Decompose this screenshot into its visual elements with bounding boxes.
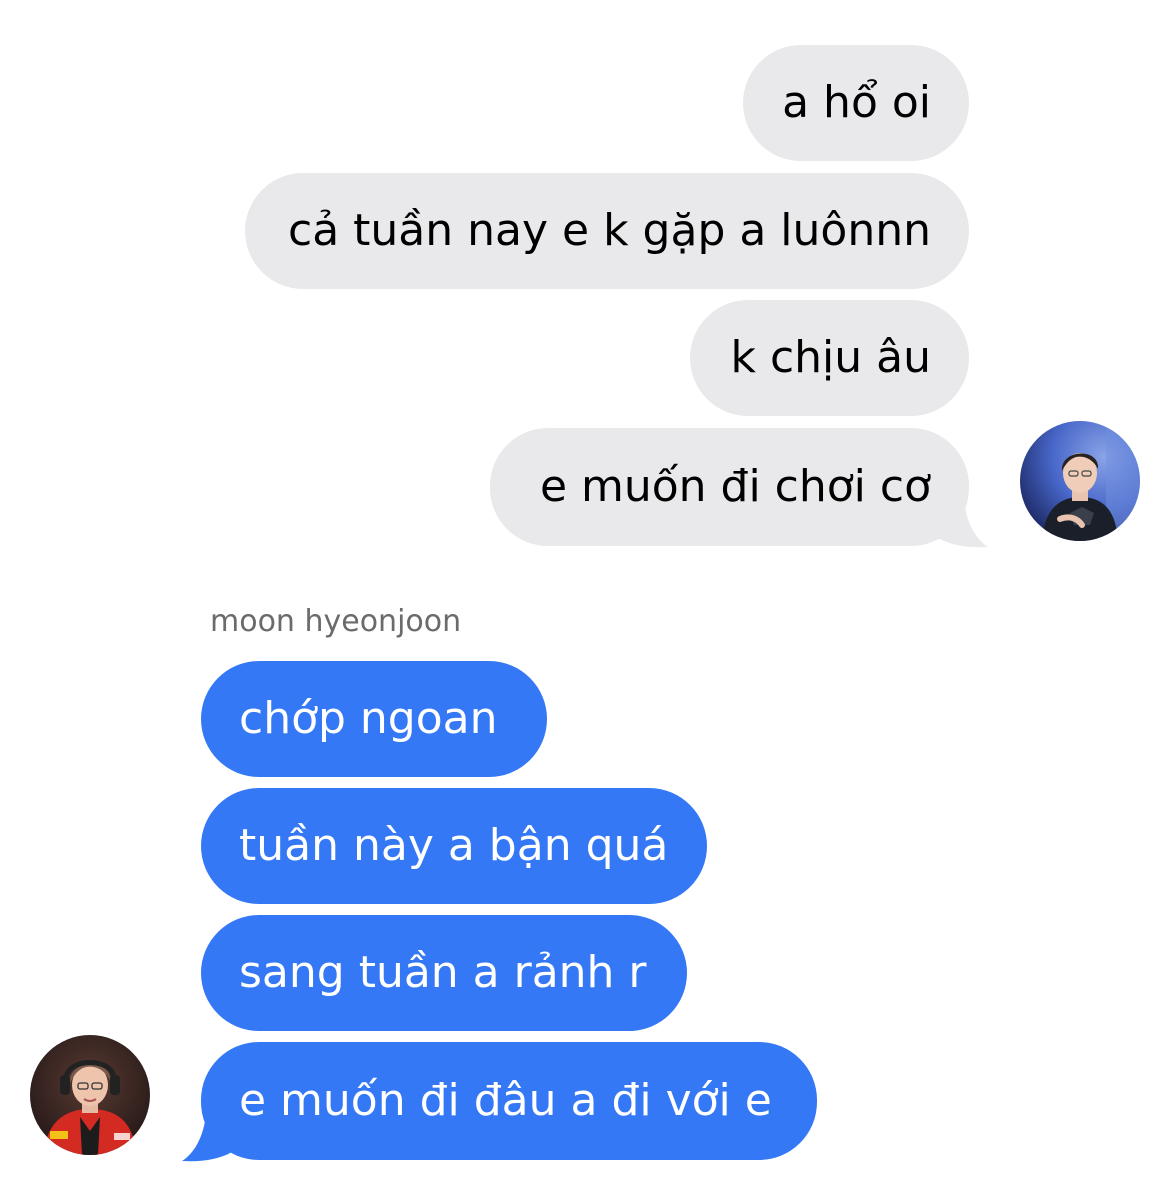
message-text: k chịu âu — [730, 332, 932, 383]
self-avatar[interactable] — [1020, 421, 1140, 541]
user-photo-avatar-icon — [1020, 421, 1140, 541]
message-text: sang tuần a rảnh r — [239, 947, 647, 998]
incoming-message-bubble[interactable]: sang tuần a rảnh r — [201, 915, 687, 1031]
contact-avatar[interactable] — [30, 1035, 150, 1155]
incoming-message-bubble[interactable]: tuần này a bận quá — [201, 788, 707, 904]
outgoing-message-bubble[interactable]: cả tuần nay e k gặp a luônnn — [245, 173, 969, 289]
outgoing-bubble-tail — [930, 500, 988, 548]
incoming-message-bubble[interactable]: chớp ngoan — [201, 661, 547, 777]
outgoing-message-bubble[interactable]: e muốn đi chơi cơ — [490, 428, 969, 546]
message-text: cả tuần nay e k gặp a luônnn — [288, 205, 931, 256]
message-text: e muốn đi đâu a đi với e — [239, 1075, 772, 1126]
message-text: e muốn đi chơi cơ — [539, 461, 931, 512]
incoming-message-bubble[interactable]: e muốn đi đâu a đi với e — [201, 1042, 817, 1160]
contact-photo-avatar-icon — [30, 1035, 150, 1155]
message-text: a hổ oi — [782, 77, 931, 128]
outgoing-message-bubble[interactable]: a hổ oi — [743, 45, 969, 161]
incoming-bubble-tail — [182, 1114, 240, 1162]
sender-name: moon hyeonjoon — [210, 604, 462, 639]
message-text: tuần này a bận quá — [239, 820, 669, 871]
outgoing-message-bubble[interactable]: k chịu âu — [690, 300, 969, 416]
message-text: chớp ngoan — [239, 693, 498, 744]
